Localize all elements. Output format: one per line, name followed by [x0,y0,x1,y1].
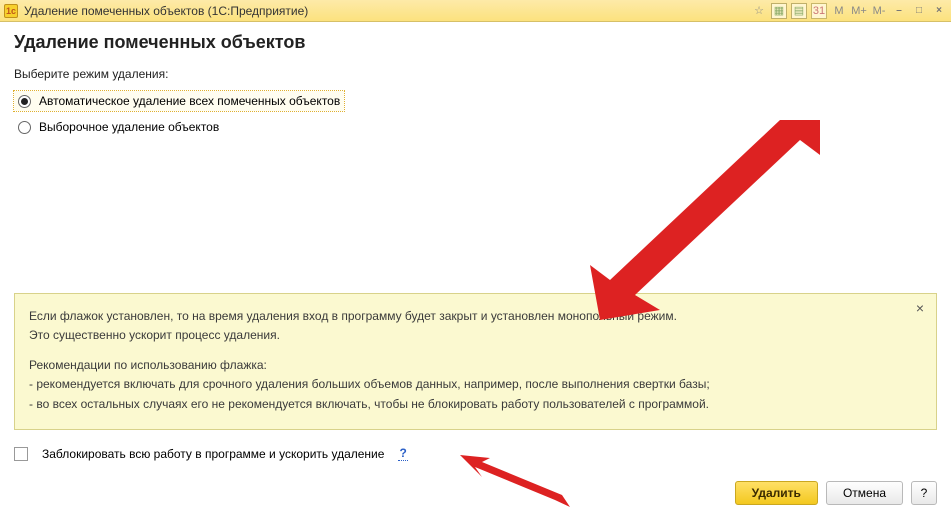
app-icon-1c: 1c [4,4,18,18]
close-icon[interactable]: × [931,3,947,19]
block-work-row: Заблокировать всю работу в программе и у… [14,440,937,475]
content-area: Удаление помеченных объектов Выберите ре… [0,22,951,515]
hint-text: Это существенно ускорит процесс удаления… [29,327,908,344]
minimize-icon[interactable]: – [891,3,907,19]
radio-label: Автоматическое удаление всех помеченных … [39,94,340,108]
cancel-button[interactable]: Отмена [826,481,903,505]
grid-icon[interactable]: ▦ [771,3,787,19]
page-title: Удаление помеченных объектов [14,32,937,53]
titlebar-icons: ☆ ▦ ▤ 31 M M+ M- – □ × [751,3,947,19]
window-titlebar: 1c Удаление помеченных объектов (1С:Пред… [0,0,951,22]
hint-close-button[interactable]: × [912,300,928,316]
block-work-checkbox[interactable] [14,447,28,461]
checkbox-label: Заблокировать всю работу в программе и у… [42,447,384,461]
hint-text: Если флажок установлен, то на время удал… [29,308,908,325]
memory-mminus-icon[interactable]: M- [871,3,887,19]
hint-text: - во всех остальных случаях его не реком… [29,396,908,413]
calculator-icon[interactable]: ▤ [791,3,807,19]
radio-selective-delete[interactable]: Выборочное удаление объектов [14,117,223,137]
footer-buttons: Удалить Отмена ? [14,475,937,515]
maximize-icon[interactable]: □ [911,3,927,19]
hint-text: Рекомендации по использованию флажка: [29,357,908,374]
star-icon[interactable]: ☆ [751,3,767,19]
help-button[interactable]: ? [911,481,937,505]
memory-m-icon[interactable]: M [831,3,847,19]
hint-panel: × Если флажок установлен, то на время уд… [14,293,937,430]
hint-text: - рекомендуется включать для срочного уд… [29,376,908,393]
radio-icon [18,121,31,134]
delete-button[interactable]: Удалить [735,481,818,505]
radio-icon [18,95,31,108]
window-title: Удаление помеченных объектов (1С:Предпри… [24,4,308,18]
memory-mplus-icon[interactable]: M+ [851,3,867,19]
help-link[interactable]: ? [398,446,407,461]
radio-label: Выборочное удаление объектов [39,120,219,134]
mode-label: Выберите режим удаления: [14,67,937,81]
radio-auto-delete[interactable]: Автоматическое удаление всех помеченных … [14,91,344,111]
calendar-icon[interactable]: 31 [811,3,827,19]
